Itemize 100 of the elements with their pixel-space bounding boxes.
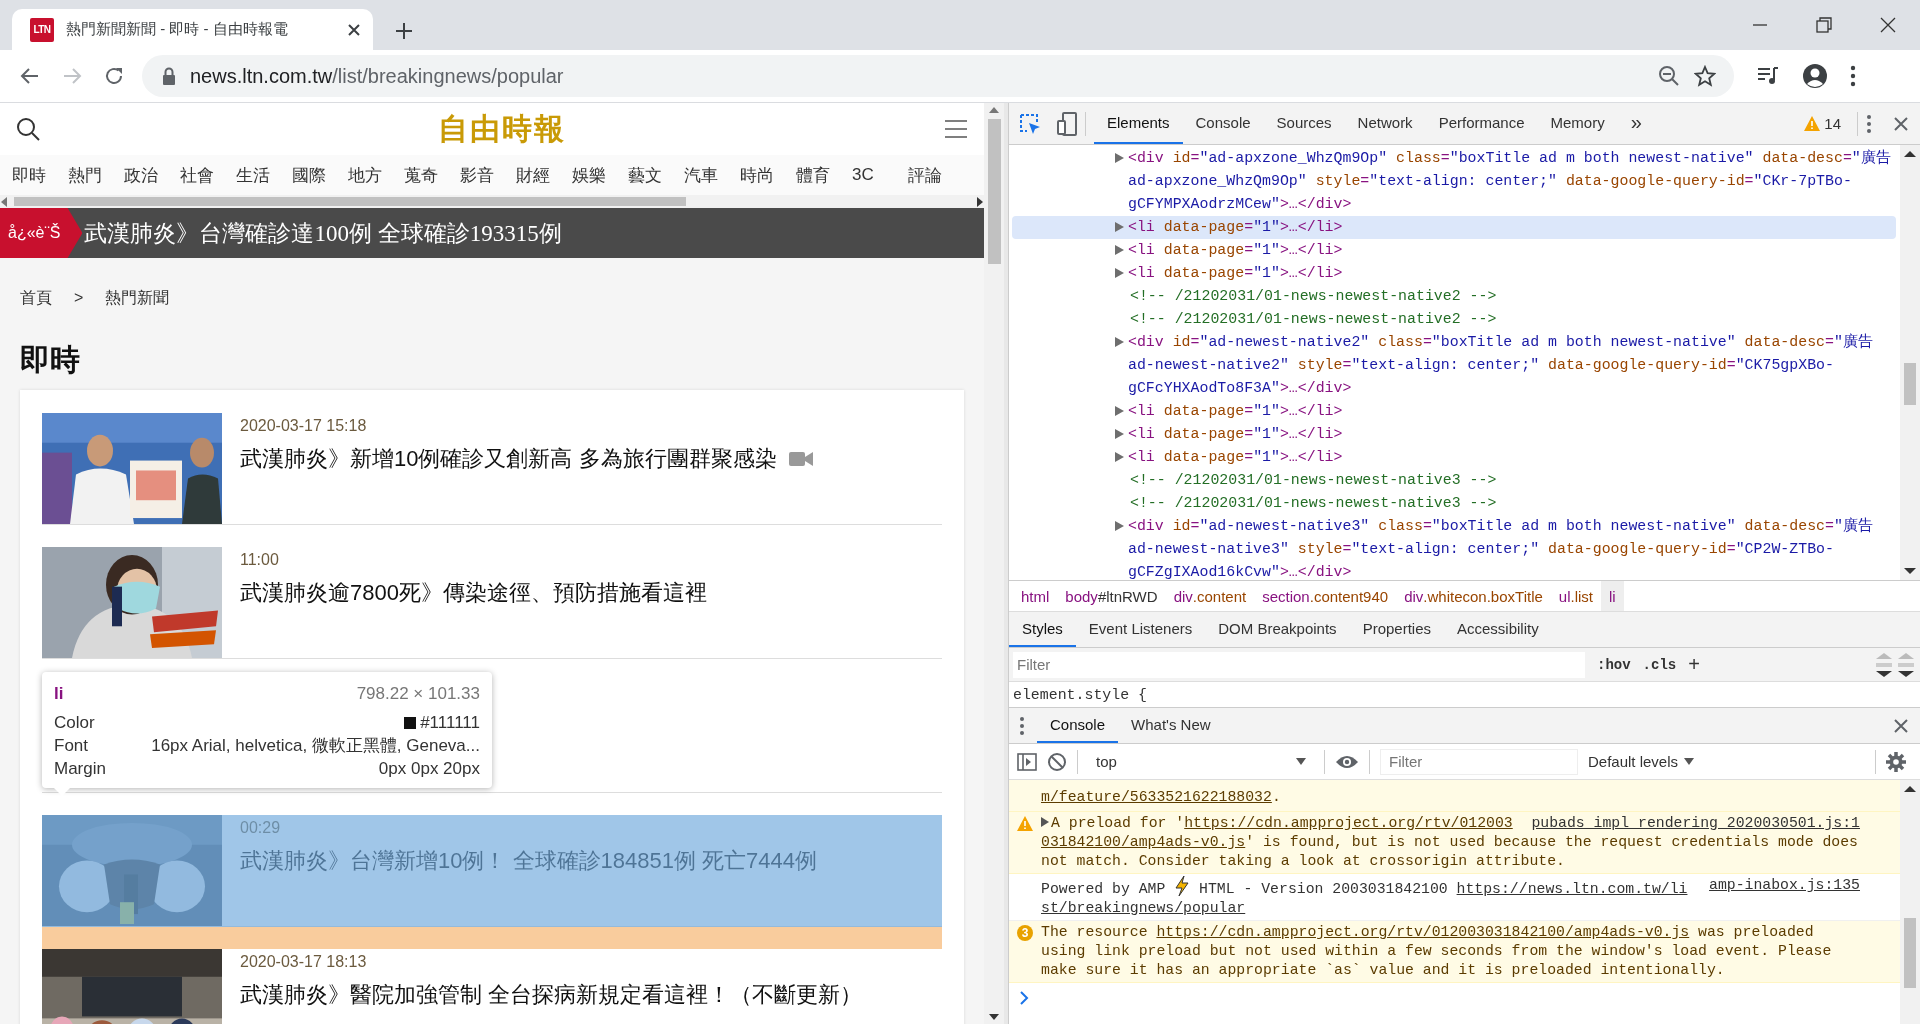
breadcrumb-item[interactable]: li [1601, 581, 1624, 611]
star-icon[interactable] [1694, 65, 1716, 87]
breadcrumb-link[interactable]: 熱門新聞 [105, 286, 170, 310]
scrollbar[interactable] [1900, 780, 1920, 1024]
address-bar[interactable]: news.ltn.com.tw/list/breakingnews/popular [142, 55, 1734, 97]
expand-triangle-icon[interactable] [1115, 245, 1124, 255]
console-filter-field[interactable]: Filter [1380, 748, 1578, 775]
breadcrumb-item[interactable]: ul.list [1550, 581, 1601, 611]
panel-tab[interactable]: Memory [1537, 103, 1618, 144]
source-link[interactable]: amp-inabox.js:135 [1709, 876, 1860, 895]
scrollbar-thumb[interactable] [14, 197, 686, 206]
dom-node-row[interactable]: <li data-page="1">…</li> [1012, 239, 1896, 262]
panel-tab[interactable]: Properties [1349, 612, 1444, 647]
settings-icon[interactable] [1886, 751, 1906, 772]
dom-node-row[interactable]: <li data-page="1">…</li> [1012, 423, 1896, 446]
breadcrumb-item[interactable]: body#ltnRWD [1057, 581, 1166, 611]
panel-tab[interactable]: Performance [1425, 103, 1538, 144]
dom-node-row[interactable]: <!-- /21202031/01-news-newest-native3 --> [1012, 469, 1896, 492]
link[interactable]: https://cdn.ampproject.org/rtv/012003031842100/amp4ads-v0.js [1156, 924, 1690, 940]
breadcrumb-item[interactable]: html [1013, 581, 1058, 611]
new-rule-button[interactable]: + [1688, 653, 1700, 676]
nav-link[interactable]: 熱門 [68, 163, 124, 187]
panel-tab[interactable]: Elements [1094, 103, 1183, 144]
eye-icon[interactable] [1335, 753, 1359, 770]
nav-link[interactable]: 時尚 [740, 163, 796, 187]
dom-node-row[interactable]: <!-- /21202031/01-news-newest-native3 --> [1012, 492, 1896, 515]
source-link[interactable]: pubads_impl_rendering_2020030501.js:1 [1531, 814, 1860, 833]
scrollbar[interactable] [984, 103, 1008, 1024]
reload-icon[interactable] [104, 66, 124, 86]
nav-link[interactable]: 國際 [292, 163, 348, 187]
close-icon[interactable] [347, 22, 361, 37]
dom-node-row[interactable]: <!-- /21202031/01-news-newest-native2 --> [1012, 285, 1896, 308]
nav-link[interactable]: 汽車 [684, 163, 740, 187]
inspect-cursor-icon[interactable] [1019, 112, 1041, 135]
nav-link[interactable]: 生活 [236, 163, 292, 187]
panel-tab[interactable]: DOM Breakpoints [1205, 612, 1350, 647]
article-title[interactable]: 武漢肺炎逾7800死》傳染途徑、預防措施看這裡 [240, 578, 707, 608]
scroll-arrow-icon[interactable] [976, 196, 984, 207]
article-row[interactable]: 2020-03-17 15:18 武漢肺炎》新增10例確診又創新高 多為旅行團群聚感染 [42, 413, 942, 525]
link[interactable]: https://cdn.ampproject.org/rtv/012003 [1184, 815, 1513, 831]
nav-link[interactable]: 社會 [180, 163, 236, 187]
context-dropdown[interactable]: top [1088, 753, 1314, 770]
back-arrow-icon[interactable] [20, 66, 40, 86]
class-toggle[interactable]: .cls [1642, 656, 1677, 673]
breadcrumb-item[interactable]: div.whitecon.boxTitle [1396, 581, 1551, 611]
article-title[interactable]: 武漢肺炎》醫院加強管制 全台探病新規定看這裡！（不斷更新） [240, 980, 863, 1010]
more-options-icon[interactable] [1019, 715, 1025, 736]
headline-link[interactable]: 武漢肺炎》台灣確診達100例 全球確診193315例 [84, 217, 562, 249]
panel-tab[interactable]: Event Listeners [1075, 612, 1206, 647]
breadcrumb-item[interactable]: div.content [1165, 581, 1255, 611]
nav-link[interactable]: 評論 [908, 163, 964, 187]
link[interactable]: https://news.ltn.com.tw/li [1456, 881, 1688, 897]
article-row[interactable]: 2020-03-17 18:13 武漢肺炎》醫院加強管制 全台探病新規定看這裡！（不斷更新） [42, 949, 942, 1024]
dom-node-row[interactable]: <div id="ad-newest-native2" class="boxTitle ad m both newest-native" data-desc="廣告ad-newest-native2" style="text-align: center;" data-google-query-id="CK75gpXBo-gCFcYHXAodTo8F3A">…</div> [1012, 331, 1896, 400]
expand-triangle-icon[interactable] [1115, 153, 1124, 163]
nav-link[interactable]: 地方 [348, 163, 404, 187]
restore-icon[interactable] [1816, 17, 1832, 33]
more-tabs-button[interactable]: » [1617, 103, 1655, 144]
dom-node-row[interactable]: <li data-page="1">…</li> [1012, 216, 1896, 239]
zoom-out-icon[interactable] [1658, 65, 1680, 87]
article-row[interactable]: 11:00 武漢肺炎逾7800死》傳染途徑、預防措施看這裡 [42, 547, 942, 659]
scrollbar[interactable] [0, 195, 984, 208]
link[interactable]: m/feature/5633521622188032 [1041, 789, 1272, 805]
dom-node-row[interactable]: <li data-page="1">…</li> [1012, 262, 1896, 285]
expand-triangle-icon[interactable] [1115, 268, 1124, 278]
expand-triangle-icon[interactable] [1115, 222, 1124, 232]
scrollbar-thumb[interactable] [1904, 363, 1916, 405]
plus-icon[interactable] [395, 22, 413, 40]
nav-link[interactable]: 娛樂 [572, 163, 628, 187]
warning-counter[interactable]: 14 [1804, 115, 1841, 132]
link[interactable]: st/breakingnews/popular [1041, 900, 1246, 916]
panel-tab[interactable]: Accessibility [1444, 612, 1552, 647]
filter-field[interactable]: Filter [1013, 651, 1585, 678]
browser-tab[interactable]: LTN 熱門新聞新聞 - 即時 - 自由時報電 [12, 9, 373, 50]
scrollbar[interactable] [1900, 145, 1920, 580]
breadcrumb-link[interactable]: 首頁 [20, 286, 52, 310]
panel-tab[interactable]: Console [1182, 103, 1264, 144]
expand-triangle-icon[interactable] [1115, 429, 1124, 439]
nav-link[interactable]: 藝文 [628, 163, 684, 187]
clear-console-icon[interactable] [1047, 751, 1067, 772]
search-icon[interactable] [16, 117, 40, 141]
nav-link[interactable]: 體育 [796, 163, 852, 187]
nav-link[interactable]: 3C [852, 165, 908, 185]
scrollbar-thumb[interactable] [1904, 918, 1916, 988]
sidebar-toggle-icon[interactable] [1017, 752, 1037, 771]
nav-link[interactable]: 財經 [516, 163, 572, 187]
panel-tab[interactable]: What's New [1118, 708, 1224, 743]
dom-node-row[interactable]: <div id="ad-apxzone_WhzQm9Op" class="boxTitle ad m both newest-native" data-desc="廣告ad-apxzone_WhzQm9Op" style="text-align: center;" data-google-query-id="CKr-7pTBo-gCFYMPXAodrzMCew">…</div> [1012, 147, 1896, 216]
breadcrumb-item[interactable]: section.content940 [1254, 581, 1397, 611]
profile-avatar-icon[interactable] [1802, 63, 1828, 89]
media-playlist-icon[interactable] [1756, 65, 1780, 87]
device-toolbar-icon[interactable] [1057, 111, 1077, 136]
close-icon[interactable] [1894, 116, 1908, 131]
link[interactable]: 031842100/amp4ads-v0.js [1041, 834, 1246, 850]
dom-node-row[interactable]: <!-- /21202031/01-news-newest-native2 --> [1012, 308, 1896, 331]
panel-tab[interactable]: Network [1344, 103, 1426, 144]
expand-triangle-icon[interactable] [1115, 406, 1124, 416]
hover-state-toggle[interactable]: :hov [1597, 656, 1631, 673]
scrollbar-thumb[interactable] [987, 119, 1001, 264]
nav-link[interactable]: 影音 [460, 163, 516, 187]
